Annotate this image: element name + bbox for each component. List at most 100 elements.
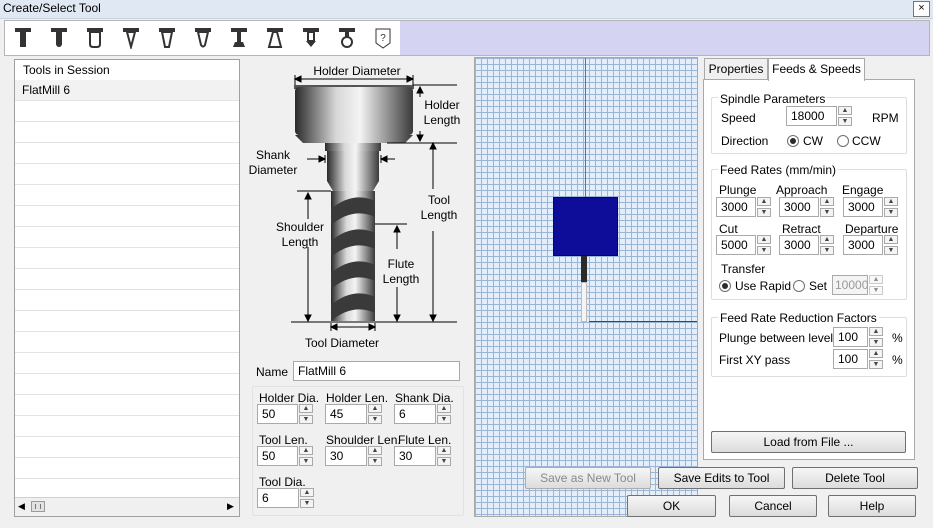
- departure-spinner[interactable]: ▲ ▼: [884, 235, 898, 255]
- spin-up-icon[interactable]: ▲: [820, 235, 834, 244]
- help-button[interactable]: Help: [828, 495, 916, 517]
- flat-mill-icon[interactable]: [8, 24, 38, 52]
- save-edits-button[interactable]: Save Edits to Tool: [658, 467, 785, 489]
- spin-down-icon[interactable]: ▼: [869, 338, 883, 347]
- spin-down-icon[interactable]: ▼: [299, 457, 313, 466]
- help-icon[interactable]: ?: [368, 24, 398, 52]
- shank-dia-spinner[interactable]: ▲ ▼: [437, 404, 451, 424]
- approach-field[interactable]: 3000: [779, 197, 819, 217]
- taper-ball-icon[interactable]: [188, 24, 218, 52]
- spin-up-icon[interactable]: ▲: [437, 446, 451, 455]
- approach-spinner[interactable]: ▲ ▼: [820, 197, 834, 217]
- spin-down-icon[interactable]: ▼: [869, 286, 883, 295]
- tool-len-spinner[interactable]: ▲ ▼: [299, 446, 313, 466]
- holder-len-spinner[interactable]: ▲ ▼: [368, 404, 382, 424]
- spin-down-icon[interactable]: ▼: [300, 499, 314, 508]
- tool-dia-spinner[interactable]: ▲ ▼: [300, 488, 314, 508]
- ccw-radio[interactable]: [837, 135, 849, 147]
- set-radio[interactable]: [793, 280, 805, 292]
- spin-down-icon[interactable]: ▼: [838, 117, 852, 126]
- first-xy-field[interactable]: 100: [833, 349, 868, 369]
- tool-dia-field[interactable]: 6: [257, 488, 299, 508]
- tab-feeds-speeds[interactable]: Feeds & Speeds: [768, 58, 865, 81]
- spin-up-icon[interactable]: ▲: [820, 197, 834, 206]
- taper-flat-icon[interactable]: [152, 24, 182, 52]
- shoulder-len-spinner[interactable]: ▲ ▼: [368, 446, 382, 466]
- spin-up-icon[interactable]: ▲: [300, 488, 314, 497]
- scroll-right-icon[interactable]: ▶: [227, 501, 234, 512]
- tab-properties[interactable]: Properties: [704, 58, 768, 80]
- spin-up-icon[interactable]: ▲: [757, 197, 771, 206]
- spin-down-icon[interactable]: ▼: [757, 246, 771, 255]
- spin-down-icon[interactable]: ▼: [299, 415, 313, 424]
- set-rate-spinner[interactable]: ▲ ▼: [869, 275, 883, 295]
- spin-up-icon[interactable]: ▲: [757, 235, 771, 244]
- ball-mill-icon[interactable]: [44, 24, 74, 52]
- tools-in-session-list[interactable]: Tools in Session FlatMill 6 ◀ ▶: [14, 59, 240, 517]
- list-item[interactable]: FlatMill 6: [15, 80, 239, 101]
- spin-down-icon[interactable]: ▼: [820, 208, 834, 217]
- cut-field[interactable]: 5000: [716, 235, 756, 255]
- set-rate-field[interactable]: 10000: [832, 275, 868, 295]
- spin-down-icon[interactable]: ▼: [437, 457, 451, 466]
- bull-nose-icon[interactable]: [80, 24, 110, 52]
- spin-down-icon[interactable]: ▼: [884, 208, 898, 217]
- tap-icon[interactable]: [296, 24, 326, 52]
- tool-len-field[interactable]: 50: [257, 446, 298, 466]
- spin-down-icon[interactable]: ▼: [368, 457, 382, 466]
- spin-up-icon[interactable]: ▲: [884, 235, 898, 244]
- spin-up-icon[interactable]: ▲: [299, 446, 313, 455]
- form-tool-icon[interactable]: [332, 24, 362, 52]
- flute-len-field[interactable]: 30: [394, 446, 436, 466]
- first-xy-spinner[interactable]: ▲ ▼: [869, 349, 883, 369]
- spin-up-icon[interactable]: ▲: [869, 327, 883, 336]
- load-from-file-button[interactable]: Load from File ...: [711, 431, 906, 453]
- spin-down-icon[interactable]: ▼: [757, 208, 771, 217]
- tool-preview-viewport[interactable]: [474, 57, 698, 517]
- scroll-thumb[interactable]: [31, 501, 45, 512]
- spin-up-icon[interactable]: ▲: [437, 404, 451, 413]
- spin-up-icon[interactable]: ▲: [869, 349, 883, 358]
- shank-dia-field[interactable]: 6: [394, 404, 436, 424]
- flute-len-spinner[interactable]: ▲ ▼: [437, 446, 451, 466]
- plunge-field[interactable]: 3000: [716, 197, 756, 217]
- cut-spinner[interactable]: ▲ ▼: [757, 235, 771, 255]
- spin-down-icon[interactable]: ▼: [437, 415, 451, 424]
- delete-tool-button[interactable]: Delete Tool: [792, 467, 918, 489]
- departure-field[interactable]: 3000: [843, 235, 883, 255]
- engage-field[interactable]: 3000: [843, 197, 883, 217]
- retract-field[interactable]: 3000: [779, 235, 819, 255]
- ok-button[interactable]: OK: [627, 495, 716, 517]
- holder-dia-field[interactable]: 50: [257, 404, 298, 424]
- retract-spinner[interactable]: ▲ ▼: [820, 235, 834, 255]
- spin-up-icon[interactable]: ▲: [838, 106, 852, 115]
- lollipop-icon[interactable]: [260, 24, 290, 52]
- speed-spinner[interactable]: ▲ ▼: [838, 106, 852, 126]
- spin-up-icon[interactable]: ▲: [368, 446, 382, 455]
- vee-cutter-icon[interactable]: [116, 24, 146, 52]
- spin-down-icon[interactable]: ▼: [869, 360, 883, 369]
- plunge-levels-field[interactable]: 100: [833, 327, 868, 347]
- tool-name-field[interactable]: FlatMill 6: [293, 361, 460, 381]
- spin-up-icon[interactable]: ▲: [368, 404, 382, 413]
- spin-down-icon[interactable]: ▼: [884, 246, 898, 255]
- cw-radio[interactable]: [787, 135, 799, 147]
- spin-up-icon[interactable]: ▲: [869, 275, 883, 284]
- spin-down-icon[interactable]: ▼: [368, 415, 382, 424]
- holder-len-field[interactable]: 45: [325, 404, 367, 424]
- spin-up-icon[interactable]: ▲: [884, 197, 898, 206]
- plunge-spinner[interactable]: ▲ ▼: [757, 197, 771, 217]
- scroll-left-icon[interactable]: ◀: [18, 501, 25, 512]
- save-as-new-tool-button[interactable]: Save as New Tool: [525, 467, 651, 489]
- spin-up-icon[interactable]: ▲: [299, 404, 313, 413]
- shoulder-len-field[interactable]: 30: [325, 446, 367, 466]
- horizontal-scrollbar[interactable]: ◀ ▶: [15, 497, 239, 516]
- plunge-levels-spinner[interactable]: ▲ ▼: [869, 327, 883, 347]
- holder-dia-spinner[interactable]: ▲ ▼: [299, 404, 313, 424]
- cancel-button[interactable]: Cancel: [729, 495, 817, 517]
- close-button[interactable]: ×: [913, 1, 930, 17]
- spin-down-icon[interactable]: ▼: [820, 246, 834, 255]
- engage-spinner[interactable]: ▲ ▼: [884, 197, 898, 217]
- dove-tail-icon[interactable]: [224, 24, 254, 52]
- use-rapid-radio[interactable]: [719, 280, 731, 292]
